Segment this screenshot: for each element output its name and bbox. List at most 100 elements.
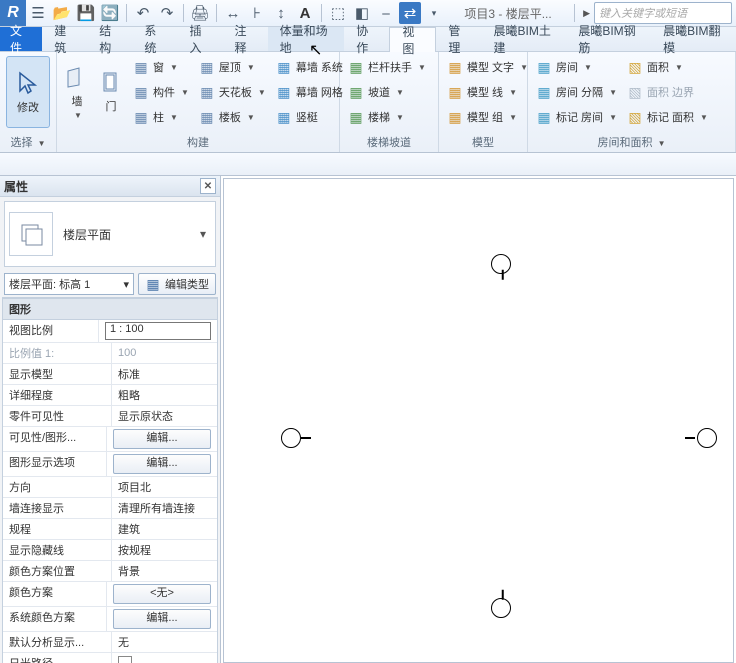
tab-协作[interactable]: 协作 (344, 27, 389, 51)
property-section-header[interactable]: 图形 (3, 298, 217, 320)
type-selector[interactable]: 楼层平面 ▾ (4, 201, 216, 267)
ribbon-item[interactable]: ▦竖梃 (274, 106, 345, 128)
property-value-input[interactable]: 1 : 100 (105, 322, 211, 340)
level-head[interactable] (697, 428, 717, 448)
ribbon-item[interactable]: ▦房间▼ (534, 56, 619, 78)
property-value[interactable]: 背景 (112, 561, 217, 581)
level-head[interactable] (281, 428, 301, 448)
ribbon-item-icon: ▦ (133, 109, 149, 125)
ribbon-item[interactable]: ▦模型 线▼ (445, 81, 530, 103)
tab-系统[interactable]: 系统 (132, 27, 177, 51)
property-name: 零件可见性 (3, 406, 112, 426)
chevron-down-icon[interactable]: ▼ (38, 139, 46, 148)
ribbon-item[interactable]: ▦屋顶▼ (197, 56, 268, 78)
chevron-down-icon: ▼ (509, 88, 517, 97)
level-head-circle (697, 428, 717, 448)
ribbon-item[interactable]: ▦幕墙 网格 (274, 81, 345, 103)
tab-体量和场地[interactable]: 体量和场地 (268, 27, 345, 51)
ribbon-item[interactable]: ▦坡道▼ (346, 81, 428, 103)
qat-align-icon[interactable]: ⊦ (246, 2, 268, 24)
ribbon-item[interactable]: ▦天花板▼ (197, 81, 268, 103)
ribbon-item[interactable]: ▦栏杆扶手▼ (346, 56, 428, 78)
qat-folder-icon[interactable]: 📂 (51, 2, 73, 24)
area-button[interactable]: ▧面积▼ (625, 56, 710, 78)
property-value[interactable]: 标准 (112, 364, 217, 384)
property-value[interactable]: 无 (112, 632, 217, 652)
tab-晨曦BIM土建[interactable]: 晨曦BIM土建 (481, 27, 566, 51)
ribbon-item[interactable]: ▦标记 房间▼ (534, 106, 619, 128)
property-value[interactable]: 编辑... (107, 452, 217, 476)
property-value[interactable] (112, 653, 217, 663)
qat-measure-icon[interactable]: ↔ (222, 2, 244, 24)
qat-redo-icon[interactable]: ↷ (156, 2, 178, 24)
tag-area-button[interactable]: ▧标记 面积▼ (625, 106, 710, 128)
level-head[interactable] (491, 254, 511, 274)
ribbon-item[interactable]: ▦楼板▼ (197, 106, 268, 128)
property-value[interactable]: <无> (107, 582, 217, 606)
property-checkbox[interactable] (118, 656, 132, 663)
chevron-down-icon: ▼ (509, 113, 517, 122)
property-value-button[interactable]: 编辑... (113, 429, 211, 449)
property-value[interactable]: 项目北 (112, 477, 217, 497)
qat-print-icon[interactable]: 🖨 (189, 2, 211, 24)
file-tab[interactable]: 文件 (0, 27, 42, 51)
tab-插入[interactable]: 插入 (177, 27, 222, 51)
ribbon-item[interactable]: ▦柱▼ (131, 106, 191, 128)
qat-switch-icon[interactable]: ⇄ (399, 2, 421, 24)
modify-button[interactable]: 修改 (6, 56, 50, 128)
property-value[interactable]: 显示原状态 (112, 406, 217, 426)
qat-section-icon[interactable]: ◧ (351, 2, 373, 24)
tab-晨曦BIM钢筋[interactable]: 晨曦BIM钢筋 (566, 27, 651, 51)
property-row: 图形显示选项编辑... (3, 452, 217, 477)
qat-more-icon[interactable]: ▾ (423, 2, 445, 24)
search-input[interactable]: 键入关键字或短语 (594, 2, 732, 24)
property-name: 颜色方案 (3, 582, 107, 606)
ribbon-item[interactable]: ▦楼梯▼ (346, 106, 428, 128)
tab-晨曦BIM翻模[interactable]: 晨曦BIM翻模 (651, 27, 736, 51)
chevron-down-icon[interactable]: ▾ (195, 206, 211, 262)
drawing-canvas[interactable] (223, 178, 734, 663)
ribbon-item-label: 屋顶 (219, 59, 241, 75)
ribbon-item-label: 楼板 (219, 109, 241, 125)
property-value[interactable]: 清理所有墙连接 (112, 498, 217, 518)
property-row: 颜色方案位置背景 (3, 561, 217, 582)
ribbon-item[interactable]: ▦构件▼ (131, 81, 191, 103)
property-value-button[interactable]: <无> (113, 584, 211, 604)
qat-save-icon[interactable]: 💾 (75, 2, 97, 24)
property-value-button[interactable]: 编辑... (113, 609, 211, 629)
property-value[interactable]: 1 : 100 (99, 320, 217, 342)
ribbon-item[interactable]: ▦模型 组▼ (445, 106, 530, 128)
instance-selector[interactable]: 楼层平面: 标高 1▾ (4, 273, 134, 295)
ribbon-item[interactable]: ▦窗▼ (131, 56, 191, 78)
ribbon-item-icon: ▦ (447, 59, 463, 75)
tab-建筑[interactable]: 建筑 (42, 27, 87, 51)
door-button[interactable]: 门 (97, 56, 125, 126)
qat-undo-icon[interactable]: ↶ (132, 2, 154, 24)
property-value[interactable]: 编辑... (107, 607, 217, 631)
tab-注释[interactable]: 注释 (223, 27, 268, 51)
close-icon[interactable]: ✕ (200, 178, 216, 194)
qat-sync-icon[interactable]: 🔄 (99, 2, 121, 24)
property-value[interactable]: 编辑... (107, 427, 217, 451)
tab-管理[interactable]: 管理 (436, 27, 481, 51)
tab-视图[interactable]: 视图 (389, 27, 436, 52)
chevron-down-icon[interactable]: ▼ (658, 139, 666, 148)
property-value-button[interactable]: 编辑... (113, 454, 211, 474)
wall-button[interactable]: 墙 ▼ (63, 56, 91, 126)
level-head[interactable] (491, 598, 511, 618)
chevron-down-icon: ▾ (123, 278, 129, 291)
edit-type-button[interactable]: ▦编辑类型 (138, 273, 216, 295)
property-value[interactable]: 粗略 (112, 385, 217, 405)
qat-dim-icon[interactable]: ↕ (270, 2, 292, 24)
property-value[interactable]: 建筑 (112, 519, 217, 539)
ribbon-item[interactable]: ▦房间 分隔▼ (534, 81, 619, 103)
ribbon-item[interactable]: ▦模型 文字▼ (445, 56, 530, 78)
property-value[interactable]: 按规程 (112, 540, 217, 560)
ribbon-item[interactable]: ▦幕墙 系统 (274, 56, 345, 78)
qat-3d-icon[interactable]: ⬚ (327, 2, 349, 24)
property-name: 显示隐藏线 (3, 540, 112, 560)
qat-text-icon[interactable]: A (294, 2, 316, 24)
qat-thin-icon[interactable]: ⎯ (375, 2, 397, 24)
qat-open-icon[interactable]: ☰ (27, 2, 49, 24)
tab-结构[interactable]: 结构 (87, 27, 132, 51)
